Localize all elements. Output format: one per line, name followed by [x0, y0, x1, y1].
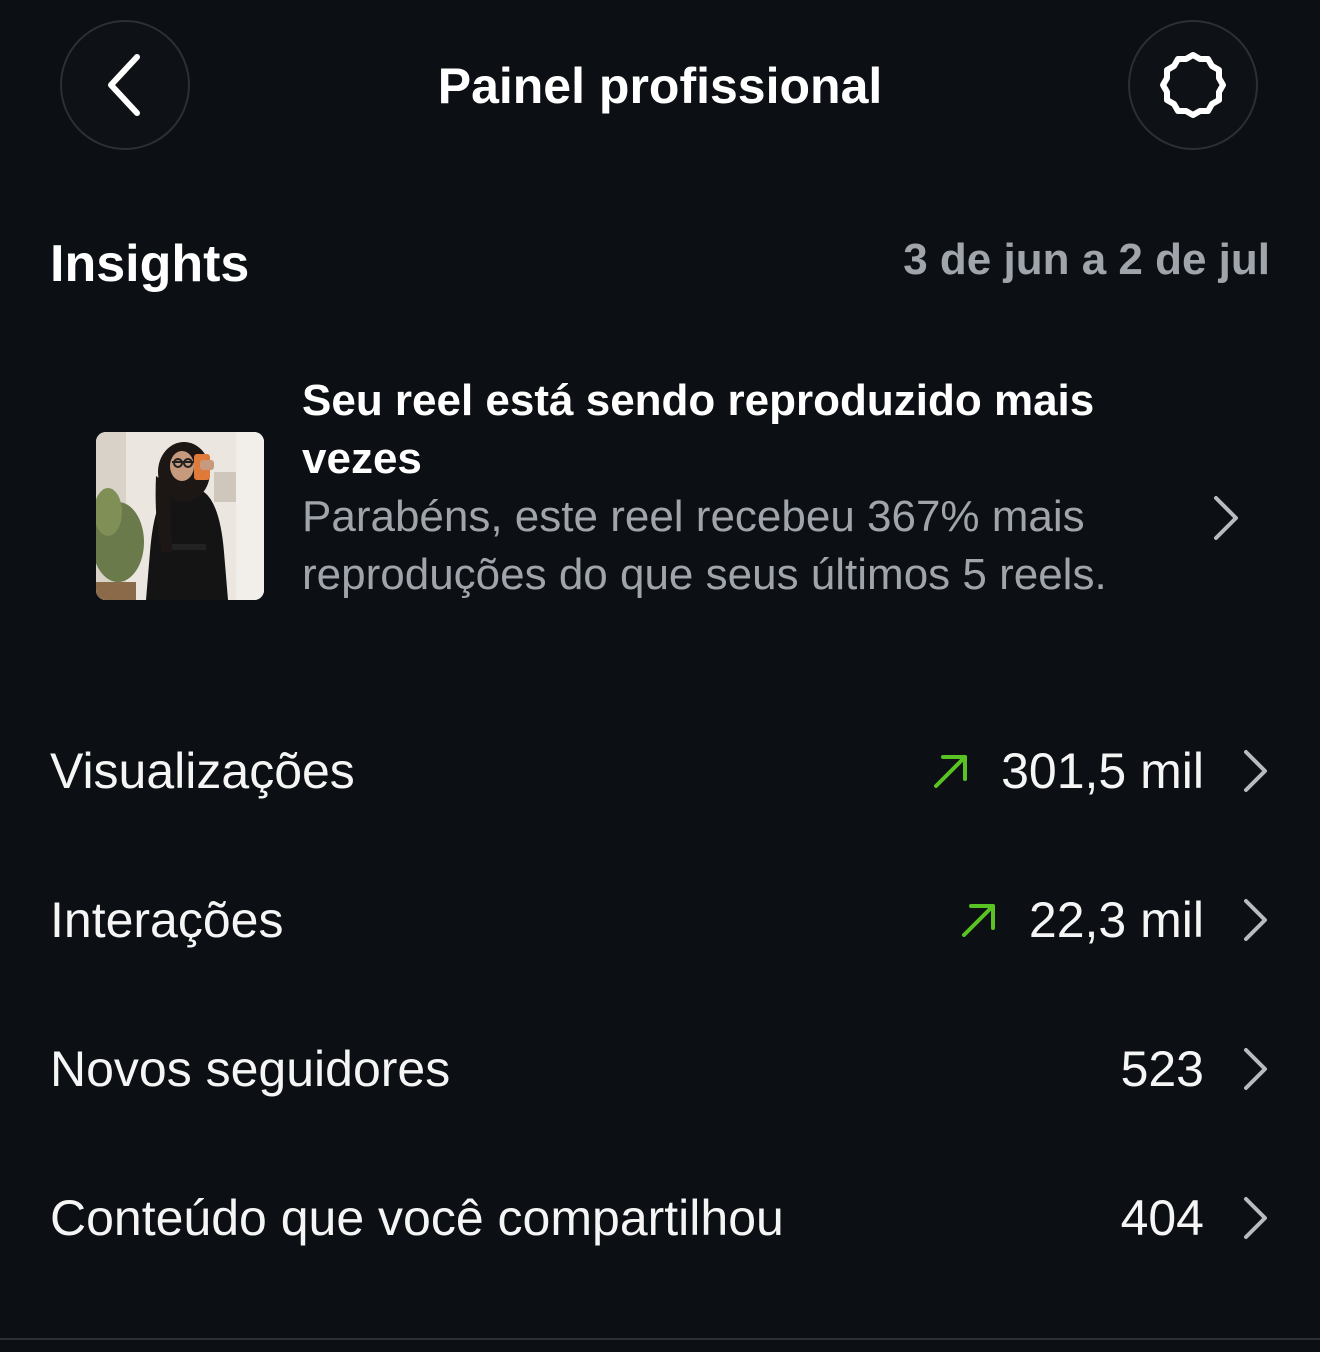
metric-row-conteudo-compartilhado[interactable]: Conteúdo que você compartilhou 404 — [0, 1163, 1320, 1273]
metric-value: 301,5 mil — [1001, 743, 1204, 799]
metric-value: 22,3 mil — [1028, 892, 1204, 948]
metric-value: 404 — [1120, 1190, 1204, 1246]
metric-label: Visualizações — [50, 743, 355, 799]
insights-title: Insights — [50, 235, 250, 293]
page-title: Painel profissional — [437, 58, 883, 114]
trend-up-icon — [961, 904, 995, 937]
settings-button[interactable] — [1128, 20, 1258, 150]
metric-value: 523 — [1120, 1041, 1204, 1097]
gear-icon — [1160, 52, 1226, 118]
reel-insight-card[interactable]: Seu reel está sendo reproduzido mais vez… — [0, 370, 1320, 670]
trend-up-icon — [934, 755, 968, 788]
chevron-right-icon — [1214, 496, 1238, 540]
chevron-right-icon — [1244, 750, 1267, 792]
divider — [0, 1338, 1320, 1340]
metric-row-interacoes[interactable]: Interações 22,3 mil — [0, 865, 1320, 975]
card-description: Parabéns, este reel recebeu 367% mais re… — [302, 492, 1107, 599]
metric-label: Novos seguidores — [50, 1041, 451, 1097]
metric-row-novos-seguidores[interactable]: Novos seguidores 523 — [0, 1014, 1320, 1124]
metric-row-visualizacoes[interactable]: Visualizações 301,5 mil — [0, 716, 1320, 826]
card-title: Seu reel está sendo reproduzido mais vez… — [302, 376, 1095, 483]
chevron-right-icon — [1244, 1197, 1267, 1239]
metric-label: Interações — [50, 892, 284, 948]
metric-label: Conteúdo que você compartilhou — [50, 1190, 784, 1246]
chevron-right-icon — [1244, 899, 1267, 941]
reel-thumbnail — [96, 432, 264, 600]
date-range[interactable]: 3 de jun a 2 de jul — [903, 230, 1270, 290]
chevron-right-icon — [1244, 1048, 1267, 1090]
